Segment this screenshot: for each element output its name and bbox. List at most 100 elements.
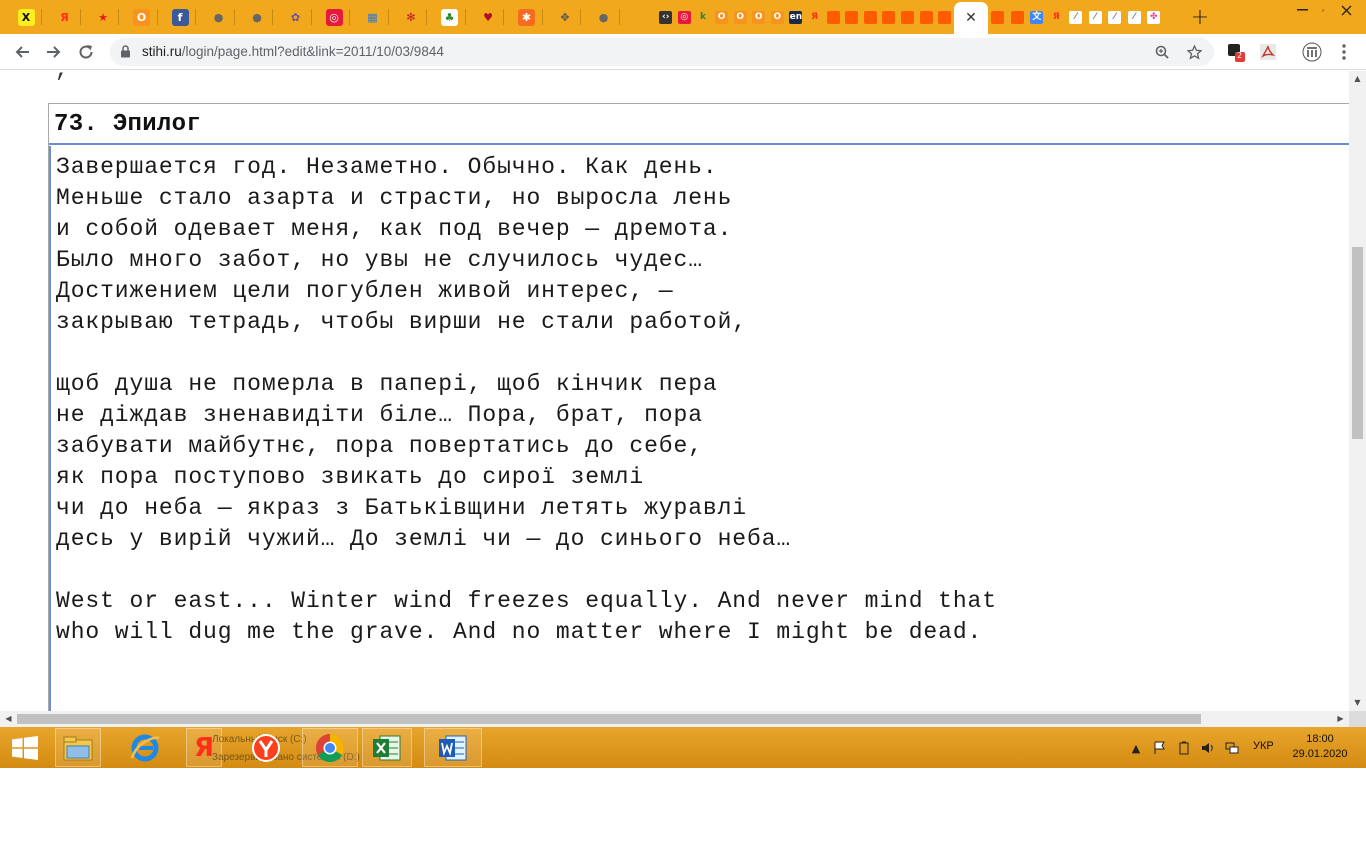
orange-square-icon — [991, 10, 1005, 24]
poem-line: десь у вирій чужий… До землі чи — до син… — [56, 526, 792, 552]
browser-tab[interactable]: O — [749, 0, 769, 34]
scroll-up-icon[interactable]: ▲ — [1349, 74, 1366, 83]
browser-tab[interactable]: en — [786, 0, 806, 34]
browser-tab[interactable]: Я — [49, 0, 81, 34]
browser-tab[interactable]: ♥ — [472, 0, 504, 34]
forward-icon[interactable] — [42, 40, 66, 64]
reload-icon[interactable] — [74, 40, 98, 64]
orange-square-icon — [826, 10, 840, 24]
profile-avatar-icon[interactable] — [1302, 42, 1322, 62]
word-icon[interactable] — [424, 728, 482, 767]
browser-tab[interactable]: 文 — [1027, 0, 1047, 34]
browser-tab[interactable]: k — [693, 0, 713, 34]
browser-tab[interactable]: ⁄ — [1066, 0, 1086, 34]
zoom-icon[interactable] — [1152, 42, 1172, 62]
battery-power-icon[interactable] — [1176, 740, 1192, 756]
internet-explorer-icon[interactable] — [122, 728, 168, 767]
browser-tab[interactable]: Я — [1047, 0, 1067, 34]
address-bar[interactable]: stihi.ru/login/page.html?edit&link=2011/… — [110, 38, 1214, 66]
browser-tab[interactable]: ● — [203, 0, 235, 34]
url-text[interactable]: stihi.ru/login/page.html?edit&link=2011/… — [142, 44, 444, 59]
poem-line — [56, 555, 997, 586]
browser-tab[interactable]: O — [126, 0, 158, 34]
close-window-icon[interactable] — [1326, 0, 1366, 20]
extensions-icon[interactable]: 2 — [1226, 42, 1246, 62]
windows-start-icon[interactable] — [6, 728, 44, 767]
browser-tab[interactable] — [823, 0, 843, 34]
tab-separator — [79, 9, 81, 25]
horizontal-scroll-thumb[interactable] — [17, 714, 1201, 724]
poem-line: who will dug me the grave. And no matter… — [56, 619, 983, 645]
browser-tab[interactable]: ‹› — [656, 0, 676, 34]
browser-tab[interactable]: ▦ — [357, 0, 389, 34]
browser-tab[interactable]: ⁄ — [1105, 0, 1125, 34]
browser-tab[interactable]: ✤ — [1144, 0, 1164, 34]
restore-icon[interactable] — [1284, 0, 1324, 20]
browser-tab[interactable]: ⁄ — [1086, 0, 1106, 34]
scroll-down-icon[interactable]: ▼ — [1349, 698, 1366, 707]
vertical-scrollbar[interactable]: ▲ ▼ — [1349, 71, 1366, 711]
yandex-icon: Я — [60, 10, 69, 24]
browser-tab[interactable]: X — [10, 0, 42, 34]
browser-tab[interactable]: ◎ — [318, 0, 350, 34]
new-tab-button[interactable]: + — [1188, 4, 1212, 30]
browser-tab[interactable] — [916, 0, 936, 34]
scroll-right-icon[interactable]: ▶ — [1332, 714, 1349, 723]
lock-icon[interactable] — [120, 45, 131, 58]
poem-title-input[interactable]: 73. Эпилог — [49, 104, 1349, 145]
browser-tab[interactable] — [842, 0, 862, 34]
tab-separator — [118, 9, 119, 25]
vertical-scroll-thumb[interactable] — [1352, 247, 1363, 439]
network-icon[interactable] — [1224, 740, 1240, 756]
browser-tab[interactable]: f — [164, 0, 196, 34]
browser-tab[interactable]: ⁄ — [1125, 0, 1145, 34]
browser-tab[interactable]: O — [730, 0, 750, 34]
browser-tab[interactable]: O — [768, 0, 788, 34]
show-hidden-icons-icon[interactable]: ▲ — [1128, 740, 1144, 756]
yandex-icon: Я — [811, 11, 819, 22]
browser-tab[interactable]: ✥ — [549, 0, 581, 34]
browser-tab[interactable]: ★ — [87, 0, 119, 34]
language-indicator[interactable]: УКР — [1253, 740, 1274, 752]
pdf-icon[interactable] — [1258, 42, 1278, 62]
browser-tab[interactable] — [898, 0, 918, 34]
browser-tab[interactable] — [1008, 0, 1028, 34]
back-icon[interactable] — [10, 40, 34, 64]
odnoklassniki-icon: O — [770, 10, 784, 24]
browser-tab[interactable]: ♣ — [434, 0, 466, 34]
scroll-left-icon[interactable]: ◀ — [0, 714, 17, 723]
poem-line: West or east... Winter wind freezes equa… — [56, 588, 997, 614]
poem-line: Завершается год. Незаметно. Обычно. Как … — [56, 154, 718, 180]
active-tab[interactable]: ✕ — [954, 2, 988, 34]
bookmark-star-icon[interactable] — [1184, 42, 1204, 62]
chrome-icon[interactable] — [302, 728, 358, 767]
browser-tab[interactable]: ● — [241, 0, 273, 34]
browser-tab[interactable] — [988, 0, 1008, 34]
file-explorer-icon[interactable] — [55, 728, 101, 767]
cherry-icon: ♥ — [483, 10, 493, 24]
browser-tab[interactable]: ✻ — [395, 0, 427, 34]
browser-tab[interactable]: Я — [805, 0, 825, 34]
clock[interactable]: 18:00 29.01.2020 — [1290, 732, 1350, 762]
poem-text-area[interactable]: Завершается год. Незаметно. Обычно. Как … — [49, 146, 1349, 711]
browser-tab[interactable]: ✿ — [280, 0, 312, 34]
browser-tab[interactable]: O — [712, 0, 732, 34]
close-tab-icon[interactable]: ✕ — [965, 10, 977, 26]
menu-dots-icon[interactable] — [1334, 42, 1354, 62]
horizontal-scrollbar[interactable]: ◀ ▶ — [0, 711, 1349, 727]
star-bookmark-icon: ★ — [98, 10, 108, 24]
browser-tab[interactable]: ● — [588, 0, 620, 34]
browser-tab[interactable] — [861, 0, 881, 34]
ladybug-icon: ✻ — [406, 10, 416, 24]
excel-icon[interactable] — [362, 728, 412, 767]
browser-tab[interactable]: ✱ — [511, 0, 543, 34]
action-center-flag-icon[interactable] — [1152, 740, 1168, 756]
browser-tab[interactable] — [879, 0, 899, 34]
poem-line: як пора поступово звикать до сирої землі — [56, 464, 645, 490]
volume-icon[interactable] — [1200, 740, 1216, 756]
tab-separator — [618, 9, 620, 25]
yandex-browser-icon[interactable] — [246, 728, 286, 767]
browser-tab[interactable] — [935, 0, 955, 34]
orange-square-icon — [1010, 10, 1024, 24]
browser-tab[interactable]: ◎ — [675, 0, 695, 34]
